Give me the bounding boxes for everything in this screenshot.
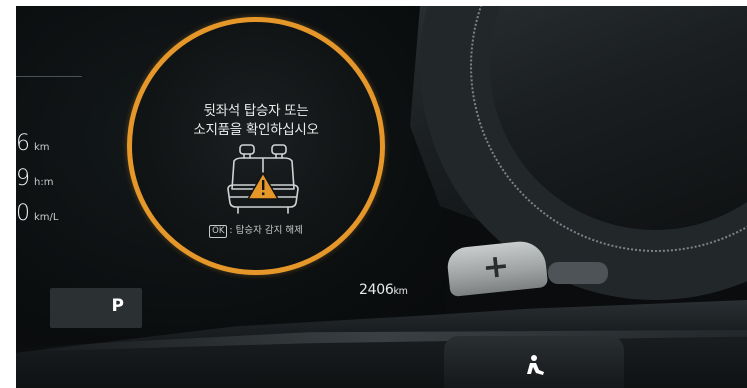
rear-seat-reminder-warning: 뒷좌석 탑승자 또는 소지품을 확인하십시오 OK: 탑승자 감지 해제 — [127, 17, 385, 275]
ok-button-badge: OK — [209, 225, 228, 238]
fuel-economy-value: 0 — [16, 201, 30, 226]
fuel-economy-readout: 0 km/L — [16, 201, 58, 226]
distance-readout: 6 km — [16, 131, 50, 156]
distance-value: 6 — [16, 131, 30, 156]
gear-indicator: P — [50, 288, 142, 328]
fuel-economy-unit: km/L — [34, 212, 59, 223]
time-unit: h:m — [34, 177, 54, 188]
odometer-value: 2406 — [359, 282, 394, 298]
photo-frame-top — [0, 0, 747, 6]
odometer-unit: km — [393, 286, 408, 297]
gear-label: P — [111, 296, 124, 316]
driving-assist-button[interactable] — [444, 336, 624, 388]
paddle-shifter-plus[interactable]: + — [445, 239, 549, 297]
warning-message-line2: 소지품을 확인하십시오 — [193, 122, 319, 138]
plus-icon: + — [480, 245, 512, 287]
ok-hint-text: : 탑승자 감지 해제 — [229, 225, 303, 236]
distance-unit: km — [34, 142, 50, 153]
warning-message-line1: 뒷좌석 탑승자 또는 — [203, 103, 309, 119]
photo-frame-left — [0, 0, 16, 388]
odometer: 2406km — [359, 282, 408, 298]
cluster-divider — [16, 76, 82, 77]
driving-assist-icon — [527, 355, 544, 375]
dashboard-photo: 6 km 9 h:m 0 km/L 뒷좌석 탑승자 또는 소지품을 확인하십시오 — [0, 0, 747, 388]
rear-seat-warning-icon — [227, 144, 299, 214]
ok-dismiss-hint: OK: 탑승자 감지 해제 — [132, 222, 380, 238]
paddle-shifter-housing — [548, 262, 608, 284]
time-value: 9 — [16, 166, 30, 191]
time-readout: 9 h:m — [16, 166, 53, 191]
